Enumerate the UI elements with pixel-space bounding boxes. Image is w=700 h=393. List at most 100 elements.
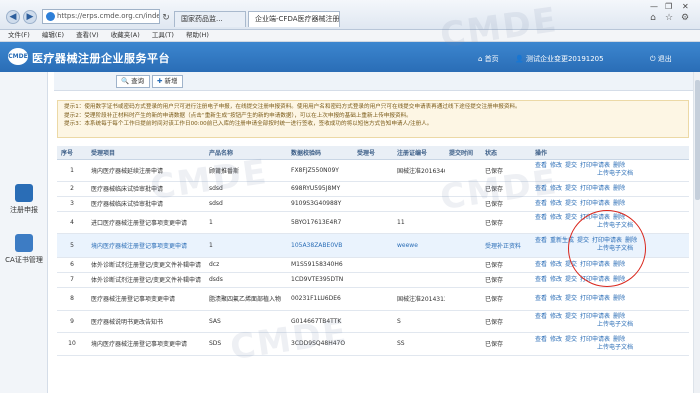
- table-row: 8 医疗器械注册登记事项变更申请 脂渍聚四氟乙烯面部植入物 00231F1LU6DE6…: [57, 287, 689, 311]
- action-link[interactable]: 打印申请表: [580, 295, 610, 302]
- back-icon[interactable]: ◀: [6, 10, 20, 24]
- cell-code: 698RYU595J8MY: [287, 181, 353, 197]
- action-link[interactable]: 修改: [550, 295, 562, 302]
- notice-line: 提示2：受理阶段补正材料时产生的新的申请数据（点击“重新生成”按钮产生的新的申请…: [64, 112, 412, 119]
- cell-time: [445, 257, 481, 273]
- action-link[interactable]: 查看: [535, 276, 547, 283]
- cell-product: 顾莆推番斯: [205, 159, 287, 182]
- action-link[interactable]: 删除: [613, 185, 625, 192]
- action-link[interactable]: 打印申请表: [580, 313, 610, 320]
- scrollbar[interactable]: [693, 72, 700, 393]
- action-link[interactable]: 修改: [550, 261, 562, 268]
- settings-icon[interactable]: ⚙: [680, 13, 690, 23]
- sidebar-item-ca[interactable]: CA证书管理: [0, 234, 48, 265]
- cell-code: FX8FJZ550N09Y: [287, 159, 353, 182]
- cell-code: G014667TB4TTK: [287, 310, 353, 333]
- upload-document-link[interactable]: 上传电子文档: [597, 170, 633, 177]
- tab-nmpa[interactable]: 国家药品监...: [174, 11, 246, 27]
- cell-actions: 查看 修改 提交 打印申请表 删除 上传电子文档: [531, 332, 689, 356]
- menu-file[interactable]: 文件(F): [8, 31, 30, 39]
- action-link[interactable]: 修改: [550, 185, 562, 192]
- user-name[interactable]: 👤 测试企业变更20191205: [515, 54, 604, 64]
- cell-accept: [353, 196, 393, 212]
- action-link[interactable]: 提交: [565, 214, 577, 221]
- notice-line: 提示1：使用数字证书或密码方式登录的用户只可进行注册电子申报，在线提交注册申报资…: [64, 104, 521, 110]
- menu-help[interactable]: 帮助(H): [186, 31, 209, 39]
- action-link[interactable]: 修改: [550, 162, 562, 169]
- action-link[interactable]: 打印申请表: [580, 200, 610, 207]
- action-link[interactable]: 查看: [535, 162, 547, 169]
- action-link[interactable]: 提交: [565, 200, 577, 207]
- action-link[interactable]: 删除: [613, 200, 625, 207]
- upload-document-link[interactable]: 上传电子文档: [597, 344, 633, 351]
- notice-line: 提示3：本系统每于每个工作日提前时间对该工作日00:00前已入库的注册申请全部按…: [64, 121, 433, 127]
- action-link[interactable]: 删除: [613, 295, 625, 302]
- action-link[interactable]: 提交: [565, 295, 577, 302]
- cell-cert: [393, 257, 445, 273]
- action-link[interactable]: 查看: [535, 261, 547, 268]
- action-link[interactable]: 修改: [550, 313, 562, 320]
- query-button[interactable]: 🔍 查询: [116, 75, 151, 88]
- action-link[interactable]: 查看: [535, 336, 547, 343]
- cell-product: 1: [205, 233, 287, 258]
- action-link[interactable]: 打印申请表: [580, 336, 610, 343]
- action-link[interactable]: 提交: [565, 162, 577, 169]
- menu-tools[interactable]: 工具(T): [152, 31, 174, 39]
- cell-time: [445, 211, 481, 234]
- page-title: 医疗器械注册企业服务平台: [32, 52, 170, 65]
- action-link[interactable]: 查看: [535, 214, 547, 221]
- action-link[interactable]: 提交: [565, 313, 577, 320]
- action-link[interactable]: 修改: [550, 336, 562, 343]
- menu-favorites[interactable]: 收藏夹(A): [111, 31, 140, 39]
- action-link[interactable]: 查看: [535, 295, 547, 302]
- action-link[interactable]: 提交: [565, 276, 577, 283]
- menu-edit[interactable]: 编辑(E): [42, 31, 64, 39]
- address-bar[interactable]: https://erps.cmde.org.cn/index/: [42, 9, 160, 24]
- cell-item: 医疗器械临床试验审批申请: [87, 181, 205, 197]
- cell-time: [445, 159, 481, 182]
- action-link[interactable]: 打印申请表: [580, 162, 610, 169]
- cell-cert: 11: [393, 211, 445, 234]
- cell-actions: 查看 修改 提交 打印申请表 删除 上传电子文档: [531, 310, 689, 333]
- refresh-icon[interactable]: ↻: [161, 13, 171, 23]
- action-link[interactable]: 删除: [613, 162, 625, 169]
- sidebar-item-registration[interactable]: 注册申报: [0, 184, 48, 215]
- scrollbar-thumb[interactable]: [695, 80, 700, 200]
- menu-view[interactable]: 查看(V): [76, 31, 99, 39]
- highlight-circle-annotation: [568, 210, 646, 287]
- action-link[interactable]: 查看: [535, 185, 547, 192]
- action-link[interactable]: 查看: [535, 313, 547, 320]
- action-link[interactable]: 打印申请表: [580, 185, 610, 192]
- home-browser-icon[interactable]: ⌂: [648, 13, 658, 23]
- col-no: 序号: [57, 146, 87, 160]
- add-button[interactable]: ✚ 新增: [152, 75, 184, 88]
- close-window-icon[interactable]: ✕: [682, 2, 689, 11]
- favorites-icon[interactable]: ☆: [664, 13, 674, 23]
- action-link[interactable]: 查看: [535, 200, 547, 207]
- action-link[interactable]: 删除: [613, 313, 625, 320]
- cell-cert: SS: [393, 332, 445, 356]
- cell-no: 6: [57, 257, 87, 273]
- tab-cfda[interactable]: 企业端-CFDA医疗器械注册...✕: [248, 11, 340, 27]
- action-link[interactable]: 修改: [550, 276, 562, 283]
- upload-document-link[interactable]: 上传电子文档: [597, 321, 633, 328]
- logout-link[interactable]: ⏻ 退出: [650, 54, 672, 64]
- cell-status: 已保存: [481, 257, 531, 273]
- cell-time: [445, 287, 481, 311]
- maximize-icon[interactable]: ❐: [665, 2, 672, 11]
- table-row: 9 医疗器械说明书更改告知书 SAS G014667TB4TTK S 已保存 查看 修改 提交打…: [57, 310, 689, 333]
- action-link[interactable]: 修改: [550, 200, 562, 207]
- cell-accept: [353, 159, 393, 182]
- action-link[interactable]: 修改: [550, 214, 562, 221]
- forward-icon[interactable]: ▶: [23, 10, 37, 24]
- cell-item: 医疗器械临床试验审批申请: [87, 196, 205, 212]
- cell-accept: [353, 287, 393, 311]
- cell-cert: 国械注准2016340040: [393, 159, 445, 182]
- cell-code: 105A38ZABE0VB: [287, 233, 353, 258]
- action-link[interactable]: 提交: [565, 336, 577, 343]
- home-link[interactable]: ⌂ 首页: [478, 54, 499, 64]
- minimize-icon[interactable]: —: [650, 2, 658, 11]
- action-link[interactable]: 查看: [535, 237, 547, 244]
- action-link[interactable]: 删除: [613, 336, 625, 343]
- action-link[interactable]: 提交: [565, 185, 577, 192]
